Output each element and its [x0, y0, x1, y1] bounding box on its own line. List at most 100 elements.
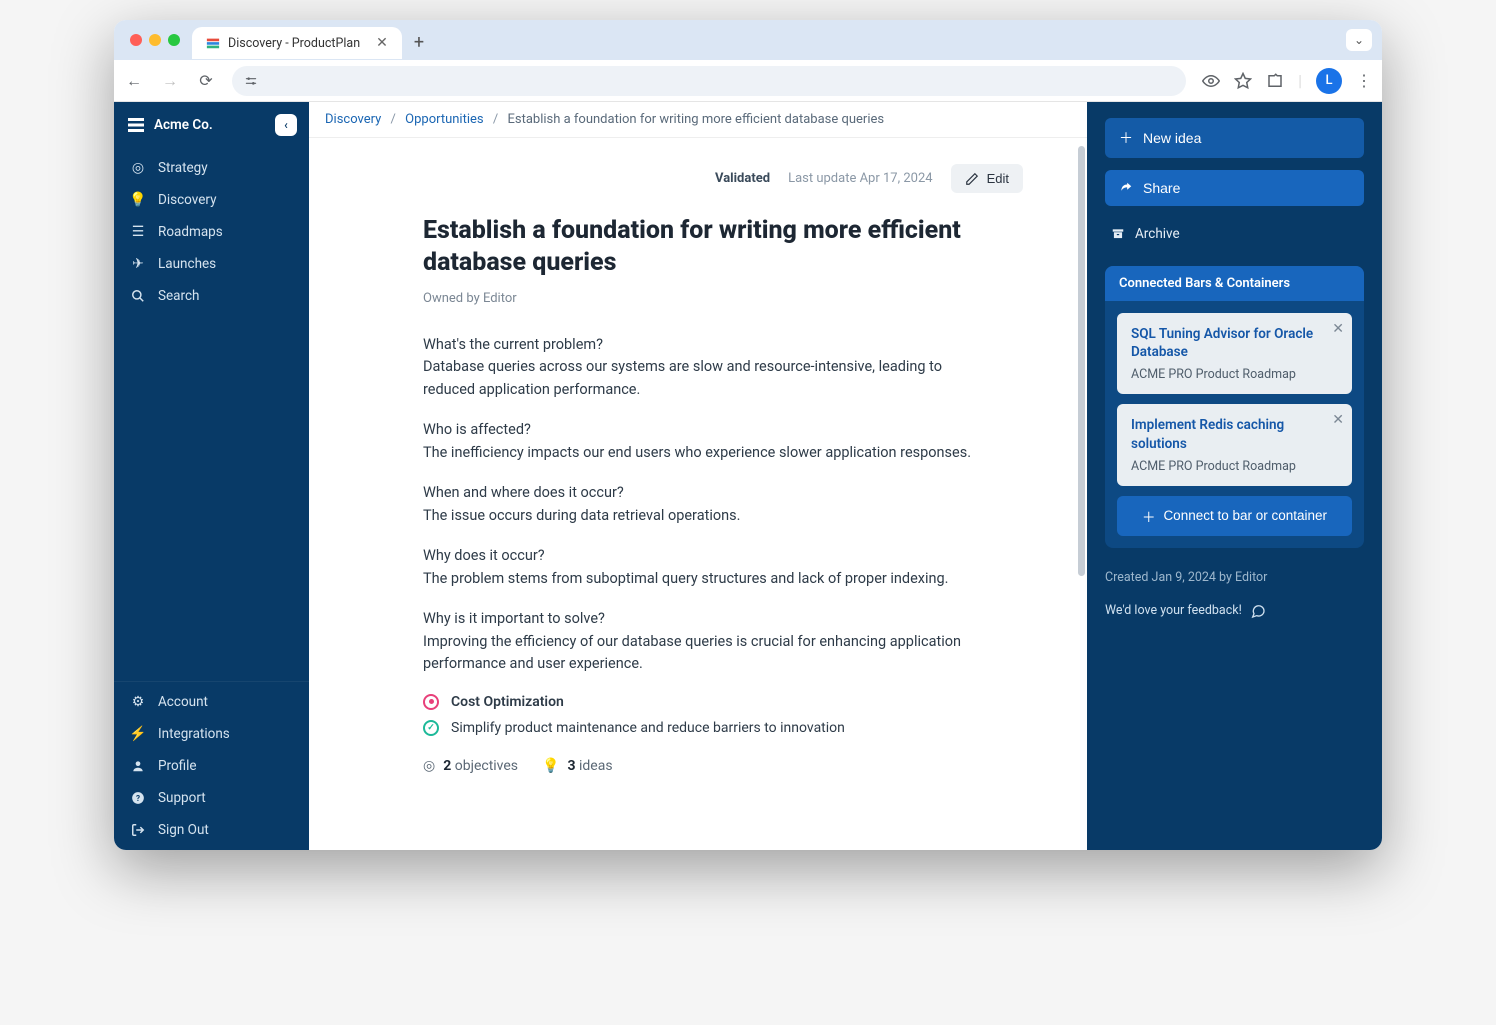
nav-label: Strategy [158, 160, 208, 176]
right-panel: ＋ New idea Share Archive Connected Bars … [1087, 102, 1382, 850]
connected-card: ✕ Implement Redis caching solutions ACME… [1117, 404, 1352, 485]
sidebar-item-search[interactable]: Search [114, 280, 309, 312]
count-label: objectives [455, 758, 518, 774]
new-idea-button[interactable]: ＋ New idea [1105, 118, 1364, 158]
qa-answer: The problem stems from suboptimal query … [423, 570, 948, 587]
objectives-count: ◎ 2 objectives [423, 758, 518, 774]
svg-text:?: ? [136, 793, 140, 803]
connect-button[interactable]: ＋ Connect to bar or container [1117, 496, 1352, 536]
qa-section: What's the current problem? Database quer… [423, 334, 973, 676]
card-subtitle: ACME PRO Product Roadmap [1131, 367, 1338, 382]
company-logo[interactable]: Acme Co. [128, 117, 213, 133]
card-subtitle: ACME PRO Product Roadmap [1131, 459, 1338, 474]
search-icon [130, 288, 146, 304]
company-name: Acme Co. [154, 117, 213, 133]
sidebar-item-account[interactable]: ⚙Account [114, 686, 309, 718]
nav-label: Integrations [158, 726, 230, 742]
counts-row: ◎ 2 objectives 💡 3 ideas [423, 758, 973, 774]
content: Discovery / Opportunities / Establish a … [309, 102, 1087, 850]
new-tab-button[interactable]: + [414, 32, 424, 53]
sidebar-item-launches[interactable]: ✈Launches [114, 248, 309, 280]
breadcrumb-opportunities[interactable]: Opportunities [405, 112, 483, 127]
tag-icon [423, 694, 439, 710]
nav-bottom: ⚙Account ⚡Integrations Profile ?Support … [114, 681, 309, 850]
profile-avatar[interactable]: L [1316, 68, 1342, 94]
qa-question: Who is affected? [423, 421, 531, 438]
main-area: Discovery / Opportunities / Establish a … [309, 102, 1382, 850]
sidebar-header: Acme Co. ‹ [114, 102, 309, 148]
breadcrumb-sep: / [391, 112, 396, 127]
connected-section: Connected Bars & Containers ✕ SQL Tuning… [1105, 266, 1364, 548]
rocket-icon: ✈ [130, 256, 146, 272]
count-number: 2 [443, 758, 451, 774]
archive-icon [1111, 227, 1125, 241]
plus-icon: ＋ [1142, 506, 1156, 526]
edit-button[interactable]: Edit [951, 164, 1023, 193]
breadcrumb-sep: / [493, 112, 498, 127]
collapse-sidebar-button[interactable]: ‹ [275, 114, 297, 136]
sidebar-item-support[interactable]: ? Support [114, 782, 309, 814]
section-title: Connected Bars & Containers [1105, 266, 1364, 301]
sidebar: Acme Co. ‹ ◎ Strategy 💡Discovery ☰ Roadmap… [114, 102, 309, 850]
status-badge: Validated [715, 171, 770, 186]
qa-block: Why is it important to solve?Improving t… [423, 608, 973, 675]
bulb-icon: 💡 [130, 192, 146, 208]
button-label: New idea [1143, 130, 1201, 146]
browser-tab[interactable]: Discovery - ProductPlan ✕ [192, 27, 402, 59]
page-title: Establish a foundation for writing more … [423, 215, 973, 279]
sidebar-item-profile[interactable]: Profile [114, 750, 309, 782]
back-button[interactable]: ← [124, 71, 144, 91]
feedback-link[interactable]: We'd love your feedback! [1105, 603, 1364, 619]
qa-block: What's the current problem? Database quer… [423, 334, 973, 401]
extensions-icon[interactable] [1266, 72, 1284, 90]
tab-title: Discovery - ProductPlan [228, 36, 360, 51]
tab-close-icon[interactable]: ✕ [376, 35, 388, 51]
browser-tab-strip: Discovery - ProductPlan ✕ + ⌄ [114, 20, 1382, 60]
count-label: ideas [579, 758, 613, 774]
qa-question: What's the current problem? [423, 336, 603, 353]
sidebar-item-roadmaps[interactable]: ☰ Roadmaps [114, 216, 309, 248]
chat-icon [1250, 603, 1266, 619]
close-window-icon[interactable] [130, 34, 142, 46]
content-body: Validated Last update Apr 17, 2024 Edit … [309, 138, 1087, 850]
address-bar[interactable] [232, 66, 1186, 96]
qa-answer: Database queries across our systems are … [423, 358, 942, 397]
nav-label: Roadmaps [158, 224, 223, 240]
forward-button[interactable]: → [160, 71, 180, 91]
archive-button[interactable]: Archive [1105, 218, 1364, 250]
breadcrumb-discovery[interactable]: Discovery [325, 112, 381, 127]
qa-question: Why is it important to solve? [423, 610, 605, 627]
sidebar-item-strategy[interactable]: ◎ Strategy [114, 152, 309, 184]
maximize-window-icon[interactable] [168, 34, 180, 46]
tabs-overflow-button[interactable]: ⌄ [1346, 29, 1372, 51]
eye-icon[interactable] [1202, 72, 1220, 90]
nav-label: Search [158, 288, 199, 304]
pencil-icon [965, 172, 979, 186]
card-title[interactable]: Implement Redis caching solutions [1131, 416, 1338, 452]
sidebar-item-signout[interactable]: Sign Out [114, 814, 309, 846]
remove-card-icon[interactable]: ✕ [1332, 321, 1344, 337]
last-updated: Last update Apr 17, 2024 [788, 171, 933, 186]
window-controls [130, 34, 180, 46]
menu-icon[interactable]: ⋮ [1356, 71, 1372, 90]
minimize-window-icon[interactable] [149, 34, 161, 46]
reload-button[interactable]: ⟳ [196, 71, 216, 90]
owner-label: Owned by Editor [423, 291, 973, 306]
sidebar-item-discovery[interactable]: 💡Discovery [114, 184, 309, 216]
qa-block: When and where does it occur?The issue o… [423, 482, 973, 527]
help-icon: ? [130, 790, 146, 806]
share-button[interactable]: Share [1105, 170, 1364, 206]
nav-label: Support [158, 790, 206, 806]
list-icon: ☰ [130, 224, 146, 240]
target-icon: ◎ [130, 160, 146, 176]
status-row: Validated Last update Apr 17, 2024 Edit [423, 164, 1023, 193]
signout-icon [130, 822, 146, 838]
card-title[interactable]: SQL Tuning Advisor for Oracle Database [1131, 325, 1338, 361]
star-icon[interactable] [1234, 72, 1252, 90]
target-icon: ◎ [423, 758, 435, 774]
plus-icon: ＋ [1119, 128, 1133, 148]
sidebar-item-integrations[interactable]: ⚡Integrations [114, 718, 309, 750]
count-number: 3 [567, 758, 575, 774]
scrollbar[interactable] [1078, 146, 1085, 576]
remove-card-icon[interactable]: ✕ [1332, 412, 1344, 428]
